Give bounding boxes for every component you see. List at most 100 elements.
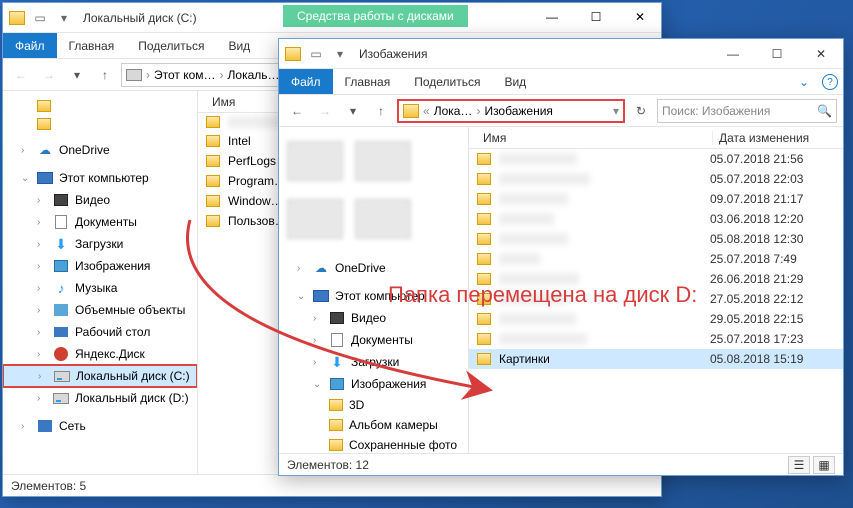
qat-new[interactable]: ▾ — [331, 45, 349, 63]
folder-row-selected[interactable]: Картинки 05.08.2018 15:19 — [469, 349, 843, 369]
content-pane[interactable]: Имя Дата изменения 05.07.2018 21:56 05.07… — [469, 127, 843, 453]
sidebar-item-3d[interactable]: 3D — [279, 395, 468, 415]
folder-row[interactable]: 03.06.2018 12:20 — [469, 209, 843, 229]
folder-row[interactable]: 26.06.2018 21:29 — [469, 269, 843, 289]
folder-row[interactable]: 05.07.2018 21:56 — [469, 149, 843, 169]
quick-access-thumb[interactable] — [287, 199, 347, 249]
up-button[interactable]: ↑ — [93, 63, 117, 87]
breadcrumb[interactable]: Изобажения — [484, 104, 552, 118]
folder-row[interactable]: 09.07.2018 21:17 — [469, 189, 843, 209]
sidebar-blur[interactable] — [3, 115, 197, 133]
view-details-button[interactable]: ☰ — [788, 456, 810, 474]
recent-dropdown[interactable]: ▾ — [65, 63, 89, 87]
quick-access-thumb[interactable] — [355, 199, 415, 249]
folder-date: 29.05.2018 22:15 — [710, 312, 835, 326]
sidebar-item-desktop[interactable]: ›Рабочий стол — [3, 321, 197, 343]
tab-share[interactable]: Поделиться — [402, 69, 492, 94]
sidebar-item-thispc[interactable]: ⌄Этот компьютер — [279, 285, 468, 307]
qat-properties[interactable]: ▭ — [307, 45, 325, 63]
tab-share[interactable]: Поделиться — [126, 33, 216, 58]
tab-home[interactable]: Главная — [57, 33, 127, 58]
qat-new[interactable]: ▾ — [55, 9, 73, 27]
ribbon-expand[interactable]: ⌄ — [791, 69, 817, 94]
folder-row[interactable]: 27.05.2018 22:12 — [469, 289, 843, 309]
folder-row[interactable]: 25.07.2018 17:23 — [469, 329, 843, 349]
minimize-button[interactable]: — — [711, 39, 755, 69]
folder-icon — [477, 173, 491, 185]
sidebar-item-saved[interactable]: Сохраненные фото — [279, 435, 468, 453]
folder-row[interactable]: 05.08.2018 12:30 — [469, 229, 843, 249]
sidebar-item-album[interactable]: Альбом камеры — [279, 415, 468, 435]
forward-button[interactable]: → — [37, 63, 61, 87]
sidebar-item-3d[interactable]: ›Объемные объекты — [3, 299, 197, 321]
tab-file[interactable]: Файл — [3, 33, 57, 58]
column-headers[interactable]: Имя Дата изменения — [469, 127, 843, 149]
folder-row[interactable]: 05.07.2018 22:03 — [469, 169, 843, 189]
breadcrumb[interactable]: Этот ком… — [154, 68, 216, 82]
sidebar-item-music[interactable]: ›♪Музыка — [3, 277, 197, 299]
column-date[interactable]: Дата изменения — [713, 131, 843, 145]
tab-home[interactable]: Главная — [333, 69, 403, 94]
window-title: Локальный диск (C:) — [83, 11, 197, 25]
folder-icon — [477, 193, 491, 205]
back-button[interactable]: ← — [285, 99, 309, 123]
folder-date: 05.08.2018 15:19 — [710, 352, 835, 366]
recent-dropdown[interactable]: ▾ — [341, 99, 365, 123]
sidebar-item-video[interactable]: ›Видео — [3, 189, 197, 211]
folder-date: 05.07.2018 21:56 — [710, 152, 835, 166]
sidebar-item-drive-c[interactable]: ›Локальный диск (C:) — [3, 365, 197, 387]
folder-icon — [477, 273, 491, 285]
view-icons-button[interactable]: ▦ — [813, 456, 835, 474]
folder-icon — [477, 293, 491, 305]
sidebar-item-network[interactable]: ›Сеть — [3, 415, 197, 437]
column-name[interactable]: Имя — [477, 131, 713, 145]
folder-row[interactable]: 29.05.2018 22:15 — [469, 309, 843, 329]
sidebar-item-video[interactable]: ›Видео — [279, 307, 468, 329]
sidebar-item-documents[interactable]: ›Документы — [3, 211, 197, 233]
breadcrumb[interactable]: Локаль… — [228, 68, 280, 82]
search-input[interactable]: Поиск: Изобажения 🔍 — [657, 99, 837, 123]
contextual-tab-disk-tools[interactable]: Средства работы с дисками — [283, 5, 468, 27]
sidebar-item-downloads[interactable]: ›⬇Загрузки — [3, 233, 197, 255]
breadcrumb[interactable]: Лока… — [434, 104, 473, 118]
tab-view[interactable]: Вид — [492, 69, 538, 94]
folder-icon — [477, 213, 491, 225]
help-button[interactable]: ? — [822, 74, 838, 90]
sidebar-blur[interactable] — [3, 97, 197, 115]
folder-icon — [403, 104, 419, 118]
sidebar-item-drive-d[interactable]: ›Локальный диск (D:) — [3, 387, 197, 409]
sidebar-item-downloads[interactable]: ›⬇Загрузки — [279, 351, 468, 373]
close-button[interactable]: ✕ — [799, 39, 843, 69]
folder-date: 26.06.2018 21:29 — [710, 272, 835, 286]
maximize-button[interactable]: ☐ — [755, 39, 799, 69]
quick-access-thumb[interactable] — [287, 141, 347, 191]
drive-icon — [126, 69, 142, 81]
folder-row[interactable]: 25.07.2018 7:49 — [469, 249, 843, 269]
minimize-button[interactable]: — — [530, 2, 574, 32]
sidebar-item-onedrive[interactable]: ›☁OneDrive — [3, 139, 197, 161]
close-button[interactable]: ✕ — [618, 2, 662, 32]
up-button[interactable]: ↑ — [369, 99, 393, 123]
refresh-button[interactable]: ↻ — [629, 99, 653, 123]
maximize-button[interactable]: ☐ — [574, 2, 618, 32]
sidebar-item-pictures[interactable]: ›Изображения — [3, 255, 197, 277]
sidebar-item-documents[interactable]: ›Документы — [279, 329, 468, 351]
folder-icon — [477, 253, 491, 265]
tab-file[interactable]: Файл — [279, 69, 333, 94]
quick-access-thumb[interactable] — [355, 141, 415, 191]
folder-icon — [477, 233, 491, 245]
qat-properties[interactable]: ▭ — [31, 9, 49, 27]
sidebar-item-yandex[interactable]: ›Яндекс.Диск — [3, 343, 197, 365]
sidebar: ›☁OneDrive ⌄Этот компьютер ›Видео ›Докум… — [279, 127, 469, 453]
back-button[interactable]: ← — [9, 63, 33, 87]
sidebar-item-pictures[interactable]: ⌄Изображения — [279, 373, 468, 395]
sidebar-item-thispc[interactable]: ⌄Этот компьютер — [3, 167, 197, 189]
folder-date: 25.07.2018 17:23 — [710, 332, 835, 346]
forward-button[interactable]: → — [313, 99, 337, 123]
tab-view[interactable]: Вид — [216, 33, 262, 58]
window-title: Изобажения — [359, 47, 427, 61]
sidebar-item-onedrive[interactable]: ›☁OneDrive — [279, 257, 468, 279]
folder-date: 09.07.2018 21:17 — [710, 192, 835, 206]
titlebar[interactable]: ▭ ▾ Изобажения — ☐ ✕ — [279, 39, 843, 69]
address-box[interactable]: « Лока… › Изобажения ▾ — [397, 99, 625, 123]
